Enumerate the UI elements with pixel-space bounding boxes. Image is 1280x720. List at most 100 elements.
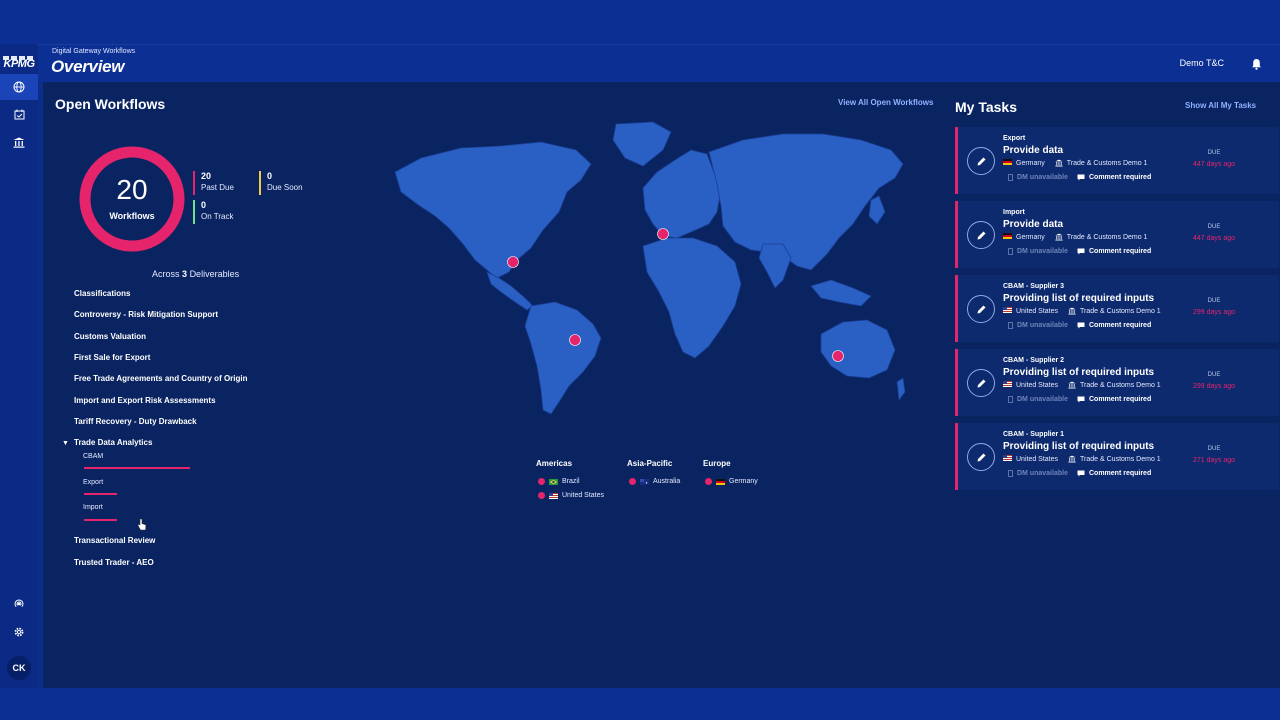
- bell-icon[interactable]: [1251, 57, 1262, 75]
- due-label: DUE: [1207, 150, 1221, 156]
- task-country: Germany: [1016, 233, 1045, 241]
- deliverable-item[interactable]: Tariff Recovery - Duty Drawback: [74, 417, 197, 426]
- task-comment-status[interactable]: Comment required: [1077, 174, 1151, 181]
- pencil-icon[interactable]: [967, 221, 995, 249]
- bank-icon: [1055, 159, 1063, 167]
- map-south-america: [524, 301, 602, 415]
- bank-icon: [1055, 233, 1063, 241]
- deliverable-item[interactable]: Free Trade Agreements and Country of Ori…: [74, 374, 248, 383]
- task-category: Import: [1003, 209, 1025, 216]
- legend-item-germany[interactable]: Germany: [705, 478, 758, 485]
- dm-unavailable-label: DM unavailable: [1017, 322, 1068, 329]
- hand-cursor-icon: [137, 518, 147, 531]
- dm-unavailable-label: DM unavailable: [1017, 396, 1068, 403]
- view-all-workflows-link[interactable]: View All Open Workflows: [838, 98, 933, 107]
- user-avatar[interactable]: CK: [7, 656, 31, 680]
- us-flag-icon: [549, 492, 558, 499]
- top-band: [0, 0, 1280, 44]
- globe-icon[interactable]: [10, 78, 28, 96]
- task-dm-status: DM unavailable: [1008, 174, 1068, 181]
- task-card[interactable]: Export Provide data Germany Trade & Cust…: [955, 127, 1279, 194]
- task-comment-status[interactable]: Comment required: [1077, 322, 1151, 329]
- task-card[interactable]: Import Provide data Germany Trade & Cust…: [955, 201, 1279, 268]
- task-comment-status[interactable]: Comment required: [1077, 396, 1151, 403]
- map-japan: [868, 195, 886, 225]
- deliverable-item[interactable]: Controversy - Risk Mitigation Support: [74, 310, 218, 319]
- bank-icon: [1068, 455, 1076, 463]
- map-se-asia: [810, 279, 872, 307]
- bank-icon[interactable]: [10, 133, 28, 151]
- sub-item-import[interactable]: Import: [83, 504, 103, 511]
- comment-required-label: Comment required: [1089, 174, 1152, 181]
- task-comment-status[interactable]: Comment required: [1077, 248, 1151, 255]
- document-icon: [1008, 248, 1013, 255]
- deliverable-item[interactable]: Classifications: [74, 289, 130, 298]
- brazil-flag-icon: [549, 478, 558, 485]
- task-title: Provide data: [1003, 219, 1064, 230]
- legend-region-asia-pacific: Asia-Pacific: [627, 459, 673, 468]
- deliverable-item-expanded[interactable]: Trade Data Analytics: [74, 438, 152, 447]
- deliverable-item[interactable]: Trusted Trader - AEO: [74, 558, 154, 567]
- comment-required-label: Comment required: [1089, 248, 1152, 255]
- stat-on-track[interactable]: 0 On Track: [193, 200, 233, 224]
- deliverable-item[interactable]: Customs Valuation: [74, 332, 146, 341]
- dm-unavailable-label: DM unavailable: [1017, 174, 1068, 181]
- comment-required-label: Comment required: [1089, 322, 1152, 329]
- pencil-icon[interactable]: [967, 369, 995, 397]
- task-dm-status: DM unavailable: [1008, 396, 1068, 403]
- pencil-icon[interactable]: [967, 443, 995, 471]
- deliverables-summary: Across 3 Deliverables: [152, 269, 240, 279]
- task-title: Provide data: [1003, 145, 1064, 156]
- show-all-tasks-link[interactable]: Show All My Tasks: [1185, 101, 1256, 110]
- task-category: CBAM - Supplier 3: [1003, 283, 1065, 290]
- sub-item-export[interactable]: Export: [83, 479, 103, 486]
- map-marker-united-states: [507, 256, 519, 268]
- legend-item-australia[interactable]: Australia: [629, 478, 680, 485]
- stat-past-due[interactable]: 20 Past Due: [193, 171, 234, 195]
- task-dm-status: DM unavailable: [1008, 248, 1068, 255]
- task-title: Providing list of required inputs: [1003, 293, 1155, 304]
- task-comment-status[interactable]: Comment required: [1077, 470, 1151, 477]
- deliverable-item[interactable]: First Sale for Export: [74, 353, 150, 362]
- kpmg-logo[interactable]: KPMG: [0, 52, 38, 72]
- australia-flag-icon: [640, 478, 649, 485]
- legend-region-americas: Americas: [536, 459, 573, 468]
- page-title: Overview: [51, 57, 125, 76]
- task-country: Germany: [1016, 159, 1045, 167]
- sidebar: KPMG CK: [0, 44, 38, 688]
- broadcast-icon[interactable]: [10, 595, 28, 613]
- due-label: DUE: [1207, 446, 1221, 452]
- legend-item-united-states[interactable]: United States: [538, 492, 604, 499]
- gear-icon[interactable]: [10, 623, 28, 641]
- due-value: 447 days ago: [1192, 235, 1236, 242]
- task-category: CBAM - Supplier 1: [1003, 431, 1065, 438]
- map-greenland: [612, 121, 672, 167]
- world-map[interactable]: [391, 120, 907, 420]
- caret-down-icon[interactable]: ▼: [62, 440, 69, 447]
- task-card[interactable]: CBAM - Supplier 3 Providing list of requ…: [955, 275, 1279, 342]
- dm-unavailable-label: DM unavailable: [1017, 248, 1068, 255]
- app-header: Digital Gateway Workflows Overview Demo …: [38, 44, 1280, 82]
- user-menu[interactable]: Demo T&C: [1180, 58, 1224, 68]
- stat-due-soon[interactable]: 0 Due Soon: [259, 171, 303, 195]
- calendar-check-icon[interactable]: [10, 105, 28, 123]
- task-meta: United States Trade & Customs Demo 1: [1003, 455, 1161, 463]
- pencil-icon[interactable]: [967, 147, 995, 175]
- document-icon: [1008, 396, 1013, 403]
- task-org: Trade & Customs Demo 1: [1066, 159, 1148, 167]
- sub-item-cbam[interactable]: CBAM: [83, 453, 103, 460]
- task-meta: United States Trade & Customs Demo 1: [1003, 307, 1161, 315]
- us-flag-icon: [1003, 455, 1012, 461]
- task-category: Export: [1003, 135, 1026, 142]
- deliverable-item[interactable]: Transactional Review: [74, 536, 155, 545]
- germany-flag-icon: [1003, 159, 1012, 165]
- us-flag-icon: [1003, 307, 1012, 313]
- task-card[interactable]: CBAM - Supplier 1 Providing list of requ…: [955, 423, 1279, 490]
- sub-item-import-bar: [84, 519, 117, 521]
- bottom-band: [0, 688, 1280, 720]
- deliverable-item[interactable]: Import and Export Risk Assessments: [74, 396, 216, 405]
- bank-icon: [1068, 381, 1076, 389]
- pencil-icon[interactable]: [967, 295, 995, 323]
- task-card[interactable]: CBAM - Supplier 2 Providing list of requ…: [955, 349, 1279, 416]
- legend-item-brazil[interactable]: Brazil: [538, 478, 580, 485]
